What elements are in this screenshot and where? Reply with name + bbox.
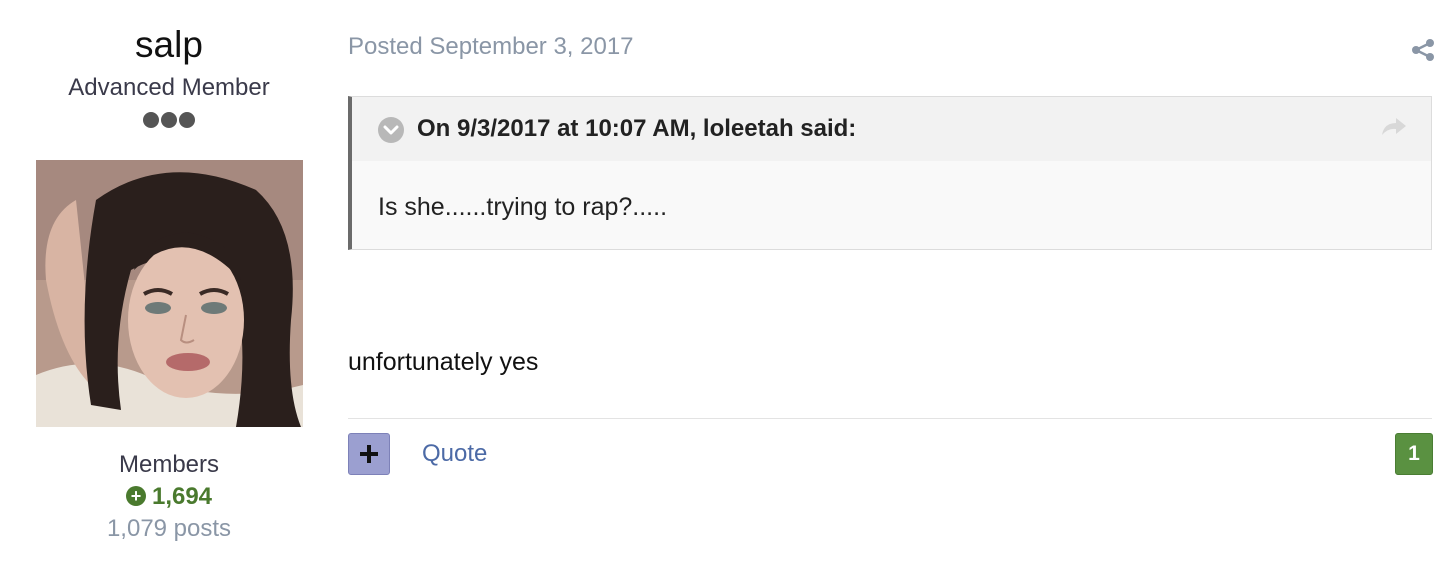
quote-button[interactable]: Quote [422, 439, 487, 469]
reply-arrow-icon[interactable] [1380, 115, 1408, 137]
share-icon[interactable] [1410, 38, 1436, 62]
author-rank: Advanced Member [68, 74, 270, 101]
quote-block: On 9/3/2017 at 10:07 AM, loleetah said: … [348, 96, 1432, 250]
quote-citation: On 9/3/2017 at 10:07 AM, loleetah said: [417, 115, 857, 142]
rank-pip [143, 112, 159, 128]
author-name[interactable]: salp [0, 22, 338, 68]
quote-header: On 9/3/2017 at 10:07 AM, loleetah said: [352, 97, 1431, 161]
post-content: unfortunately yes [348, 348, 539, 376]
divider [348, 418, 1432, 419]
rank-pips [0, 112, 338, 138]
post-date[interactable]: Posted September 3, 2017 [348, 32, 634, 62]
plus-icon [360, 445, 378, 463]
reaction-count-badge[interactable]: 1 [1395, 433, 1433, 475]
reputation-value: 1,694 [151, 483, 213, 510]
react-button[interactable] [348, 433, 390, 475]
quote-text: Is she......trying to rap?..... [378, 193, 668, 221]
chevron-down-icon[interactable] [378, 117, 404, 143]
rank-pip [161, 112, 177, 128]
author-post-count: 1,079 posts [106, 515, 232, 542]
avatar[interactable] [36, 160, 303, 427]
author-group: Members [118, 451, 220, 478]
rank-pip [179, 112, 195, 128]
author-reputation: +1,694 [0, 482, 338, 512]
plus-circle-icon: + [125, 486, 146, 506]
author-panel: salp Advanced Member Members +1,694 1,07… [0, 0, 338, 569]
